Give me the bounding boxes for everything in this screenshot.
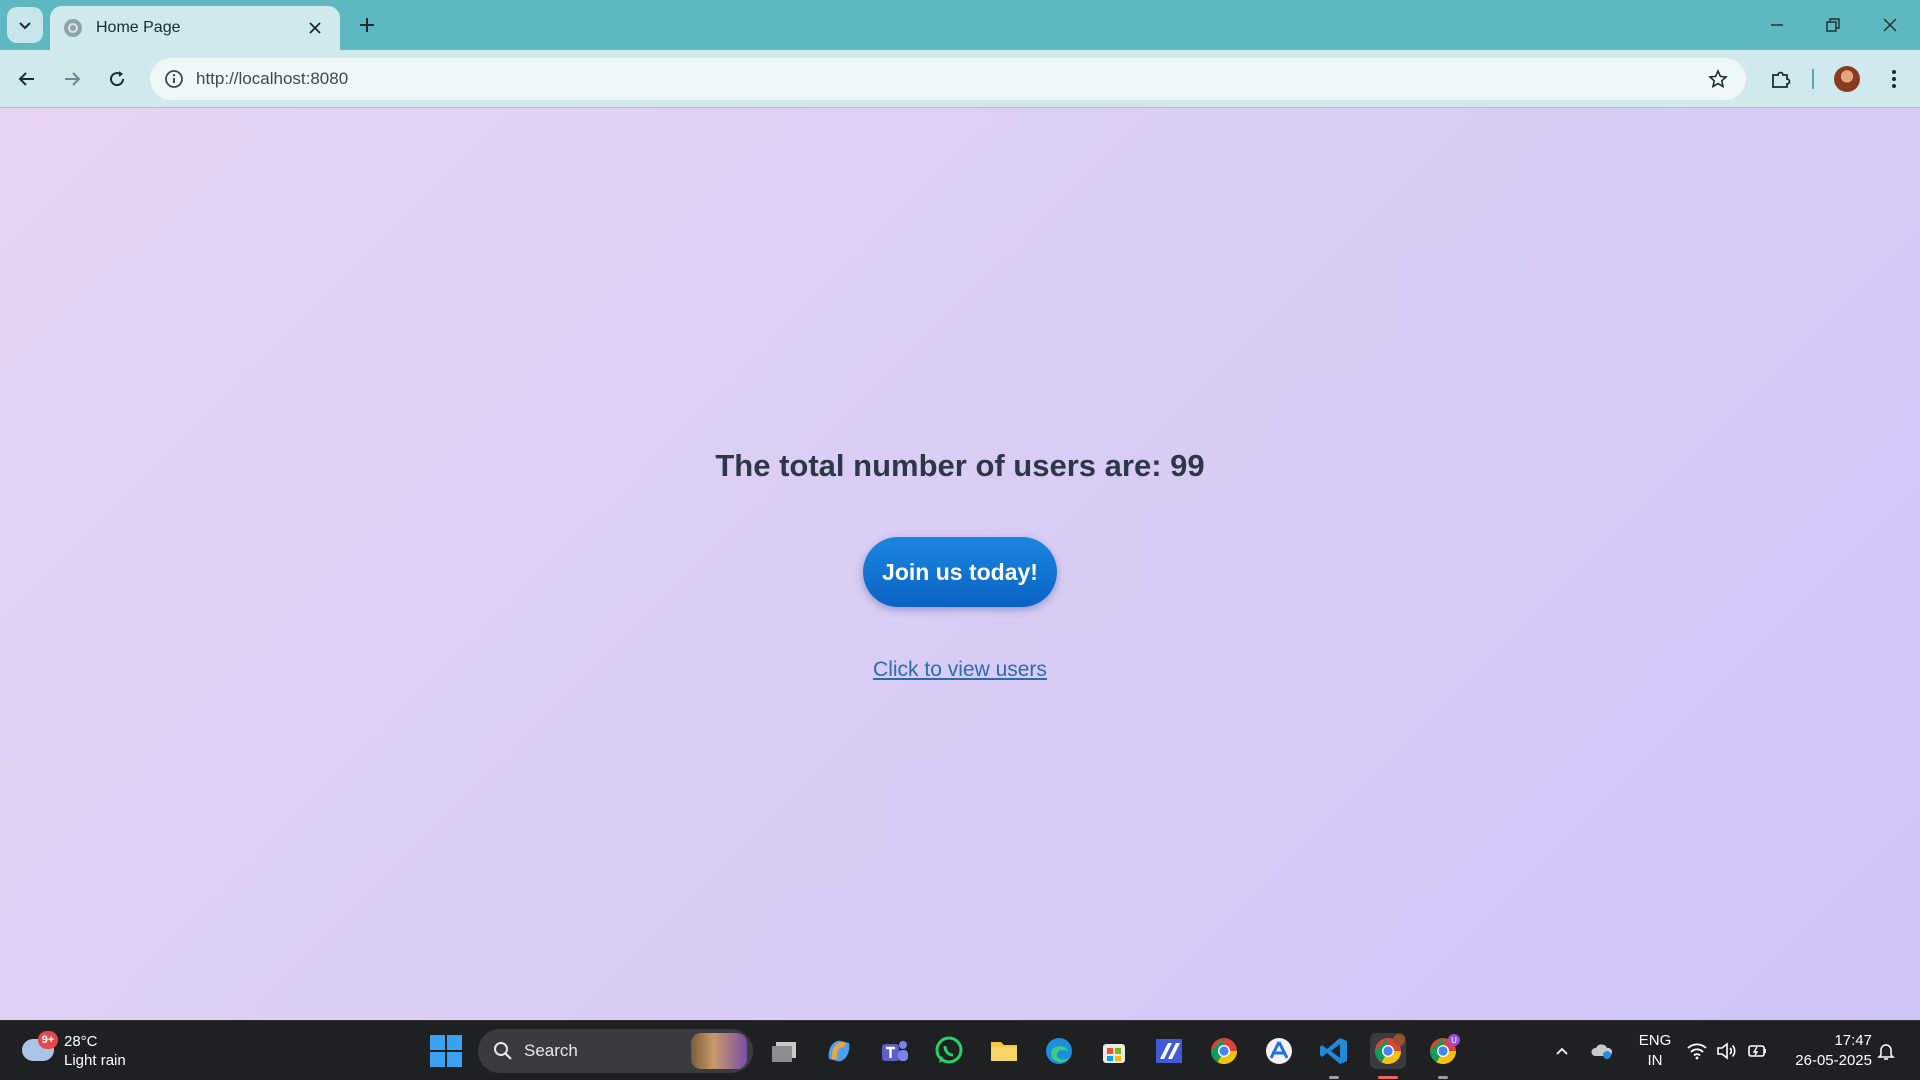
language-region: IN (1647, 1052, 1663, 1069)
arrow-left-icon (18, 72, 34, 86)
chrome-icon[interactable] (1206, 1033, 1242, 1069)
browser-tab-bar: Home Page (0, 0, 1920, 50)
weather-temperature: 28°C (64, 1033, 98, 1050)
windows-logo-pane (430, 1052, 445, 1067)
forward-button[interactable] (56, 63, 88, 95)
running-indicator (1438, 1076, 1448, 1079)
windows-taskbar: 9+ 28°C Light rain Search U ENG IN 17:47… (0, 1020, 1920, 1080)
restore-icon (1826, 18, 1840, 32)
close-icon (309, 21, 321, 34)
search-icon (492, 1040, 514, 1062)
whatsapp-icon[interactable] (931, 1033, 967, 1069)
file-explorer-icon[interactable] (986, 1033, 1022, 1069)
active-indicator (1378, 1076, 1398, 1079)
restore-button[interactable] (1813, 10, 1853, 40)
page-viewport: The total number of users are: 99 Join u… (0, 108, 1920, 1020)
user-count-heading: The total number of users are: 99 (715, 448, 1205, 483)
minimize-button[interactable] (1757, 10, 1797, 40)
plus-icon (360, 18, 374, 32)
search-placeholder: Search (524, 1041, 578, 1060)
clock-date: 26-05-2025 (1795, 1052, 1872, 1069)
close-icon (1883, 18, 1897, 32)
language-indicator[interactable]: ENG IN (1635, 1031, 1675, 1071)
notification-badge: 9+ (38, 1031, 58, 1049)
system-clock[interactable]: 17:47 26-05-2025 (1786, 1031, 1872, 1071)
puzzle-icon (1772, 71, 1791, 88)
windows-logo-pane (447, 1035, 462, 1050)
tab-home-page[interactable]: Home Page (50, 6, 340, 50)
profile-avatar[interactable] (1834, 66, 1860, 92)
toolbar-divider (1812, 69, 1814, 89)
tab-title: Home Page (96, 19, 181, 36)
tab-close-button[interactable] (304, 18, 326, 39)
minimize-icon (1771, 24, 1783, 26)
taskbar-search[interactable]: Search (478, 1029, 753, 1073)
reload-button[interactable] (101, 63, 133, 95)
battery-icon[interactable] (1745, 1039, 1769, 1063)
chrome-active-icon[interactable] (1370, 1033, 1406, 1079)
tab-search-button[interactable] (7, 7, 43, 43)
volume-icon[interactable] (1715, 1039, 1739, 1063)
arrow-right-icon (65, 72, 81, 86)
start-button[interactable] (430, 1035, 462, 1067)
teams-icon[interactable] (876, 1033, 912, 1069)
chevron-down-icon (19, 22, 31, 30)
show-hidden-icons-chevron-up-icon[interactable] (1550, 1039, 1574, 1063)
reload-icon (110, 71, 125, 87)
windows-logo-pane (430, 1035, 445, 1050)
extensions-button[interactable] (1765, 63, 1797, 95)
new-tab-button[interactable] (352, 10, 382, 40)
address-bar[interactable]: http://localhost:8080 (150, 58, 1746, 100)
weather-condition: Light rain (64, 1052, 126, 1069)
view-users-link[interactable]: Click to view users (873, 658, 1047, 681)
copilot-icon[interactable] (821, 1033, 857, 1069)
chrome-profile-icon[interactable]: U (1425, 1033, 1461, 1079)
browser-menu-button[interactable] (1878, 63, 1910, 95)
join-us-button[interactable]: Join us today! (863, 537, 1057, 607)
search-highlight-image (691, 1033, 747, 1069)
windows-logo-pane (447, 1052, 462, 1067)
notification-bell-icon[interactable] (1874, 1039, 1898, 1063)
microsoft-store-icon[interactable] (1096, 1033, 1132, 1069)
app-store-icon[interactable] (1261, 1033, 1297, 1069)
back-button[interactable] (11, 63, 43, 95)
weather-widget[interactable]: 9+ 28°C Light rain (20, 1029, 140, 1073)
kebab-menu-icon (1892, 70, 1896, 88)
svg-text:U: U (1451, 1036, 1457, 1045)
wifi-icon[interactable] (1685, 1039, 1709, 1063)
language-code: ENG (1638, 1032, 1672, 1049)
globe-icon (64, 19, 82, 37)
bookmark-star-icon[interactable] (1700, 61, 1736, 97)
browser-toolbar: http://localhost:8080 (0, 50, 1920, 108)
site-info-icon[interactable] (162, 67, 186, 91)
vscode-icon[interactable] (1316, 1033, 1352, 1079)
task-view-icon[interactable] (766, 1033, 802, 1069)
url-text[interactable]: http://localhost:8080 (196, 69, 1700, 89)
running-indicator (1329, 1076, 1339, 1079)
edge-icon[interactable] (1041, 1033, 1077, 1069)
view-users-link-row: Click to view users (0, 658, 1920, 682)
monitor-app-icon[interactable] (1151, 1033, 1187, 1069)
window-close-button[interactable] (1870, 10, 1910, 40)
onedrive-cloud-icon[interactable] (1590, 1039, 1614, 1063)
clock-time: 17:47 (1834, 1032, 1872, 1049)
